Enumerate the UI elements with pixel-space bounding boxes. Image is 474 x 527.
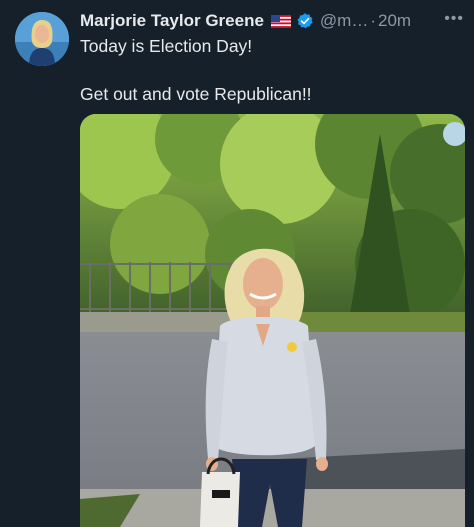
tweet-line: Today is Election Day!: [80, 36, 253, 56]
author-handle[interactable]: @m…: [320, 11, 368, 31]
more-options-icon[interactable]: •••: [444, 10, 464, 28]
separator-dot: ·: [370, 11, 377, 30]
author-name[interactable]: Marjorie Taylor Greene: [80, 11, 264, 31]
tweet-header: Marjorie Taylor Greene @m… · 20m •••: [80, 10, 464, 32]
avatar[interactable]: [15, 12, 69, 66]
tweet-card[interactable]: Marjorie Taylor Greene @m… · 20m ••• Tod…: [0, 0, 474, 527]
verified-badge-icon[interactable]: [296, 12, 314, 30]
timestamp[interactable]: 20m: [378, 11, 411, 31]
tweet-text: Today is Election Day! Get out and vote …: [80, 35, 462, 105]
photo-image: [80, 114, 465, 527]
tweet-line: Get out and vote Republican!!: [80, 84, 312, 104]
avatar-photo: [15, 12, 69, 66]
us-flag-icon: [270, 14, 291, 28]
tweet-photo[interactable]: [80, 114, 465, 527]
